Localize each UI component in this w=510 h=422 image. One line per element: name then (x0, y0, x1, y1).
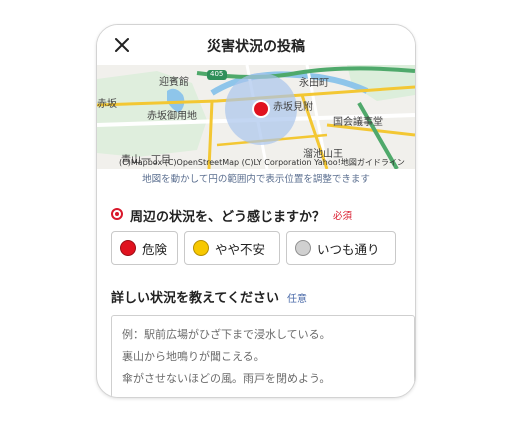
status-options: 危険 やや不安 いつも通り (111, 231, 396, 265)
placeholder-line: 例：駅前広場がひざ下まで浸水している。 (122, 328, 331, 341)
option-label: やや不安 (215, 241, 266, 257)
location-map[interactable]: 405 迎賓館 永田町 赤坂 赤坂御用地 赤坂見附 国会議事堂 青山一丁目 溜池… (97, 65, 415, 169)
option-label: いつも通り (317, 241, 380, 257)
location-pin-icon (111, 208, 123, 220)
map-label-akasaka: 赤坂 (97, 99, 117, 110)
detail-label: 詳しい状況を教えてください (111, 291, 279, 306)
placeholder-line: 傘がさせないほどの風。雨戸を閉めよう。 (122, 372, 331, 385)
question-row: 周辺の状況を、どう感じますか？ 必須 (111, 205, 352, 225)
dialog-header: 災害状況の投稿 (97, 25, 415, 65)
question-text: 周辺の状況を、どう感じますか？ (130, 209, 326, 225)
map-hint: 地図を動かして円の範囲内で表示位置を調整できます (142, 174, 370, 185)
detail-row: 詳しい状況を教えてください 任意 (111, 287, 307, 306)
dialog-title: 災害状況の投稿 (207, 39, 305, 55)
option-uneasy-button[interactable]: やや不安 (184, 231, 280, 265)
optional-badge: 任意 (286, 294, 307, 305)
map-label-akasaka-mitsuke: 赤坂見附 (273, 102, 313, 113)
map-attribution: (C)Mapbox (C)OpenStreetMap (C)LY Corpora… (119, 158, 405, 167)
map-label-nagatacho: 永田町 (299, 78, 329, 89)
option-label: 危険 (142, 241, 168, 257)
red-circle-icon (120, 240, 136, 256)
route-number: 405 (210, 70, 224, 78)
option-danger-button[interactable]: 危険 (111, 231, 178, 265)
required-badge: 必須 (333, 211, 353, 222)
map-label-geihinkan: 迎賓館 (159, 77, 189, 88)
yellow-circle-icon (193, 240, 209, 256)
option-normal-button[interactable]: いつも通り (286, 231, 396, 265)
post-dialog: 災害状況の投稿 405 迎賓館 永田町 赤坂 赤坂御用地 赤坂見附 国会議事堂 … (96, 24, 416, 398)
gray-circle-icon (295, 240, 311, 256)
map-label-akasaka-gyoen: 赤坂御用地 (147, 111, 197, 122)
placeholder-line: 裏山から地鳴りが聞こえる。 (122, 350, 265, 363)
map-label-kokkai: 国会議事堂 (333, 117, 383, 128)
detail-textarea[interactable]: 例：駅前広場がひざ下まで浸水している。 裏山から地鳴りが聞こえる。 傘がさせない… (111, 315, 415, 397)
